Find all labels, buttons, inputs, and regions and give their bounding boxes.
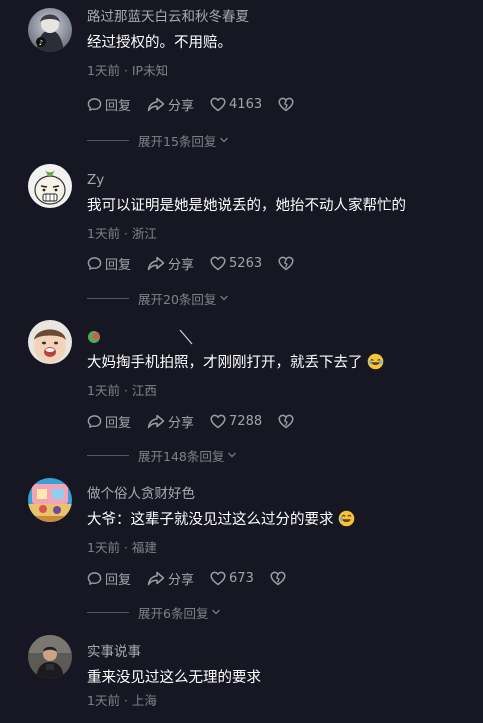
broken-heart-icon [270, 571, 286, 585]
divider [87, 139, 129, 141]
avatar[interactable] [28, 478, 72, 522]
share-button[interactable]: 分享 [147, 412, 194, 431]
avatar[interactable]: ♪ [28, 8, 72, 52]
dislike-button[interactable] [278, 97, 297, 112]
reply-icon [87, 414, 102, 428]
share-button[interactable]: 分享 [147, 254, 194, 273]
comment-item: 做个俗人贪财好色 大爷：这辈子就没见过这么过分的要求 1天前 · 福建 回复 分… [0, 478, 483, 635]
comment-item: 实事说事 重来没见过这么无理的要求 1天前 · 上海 [0, 635, 483, 723]
comment-text: 经过授权的。不用赔。 [87, 35, 232, 51]
share-icon [147, 414, 165, 428]
like-button[interactable]: 7288 [210, 414, 262, 429]
share-icon [147, 256, 165, 270]
share-label: 分享 [168, 257, 195, 273]
heart-icon [210, 414, 226, 428]
like-button[interactable]: 673 [210, 571, 254, 586]
share-label: 分享 [168, 572, 195, 588]
reply-button[interactable]: 回复 [87, 412, 131, 431]
comment-meta: 1天前 · 上海 [87, 693, 157, 708]
divider [87, 454, 129, 456]
expand-replies-button[interactable]: 展开148条回复 [87, 447, 237, 464]
expand-replies-label: 展开20条回复 [138, 291, 217, 307]
comment-meta: 1天前 · 江西 [87, 383, 157, 398]
dislike-button[interactable] [278, 414, 297, 429]
like-button[interactable]: 5263 [210, 256, 262, 271]
reply-button[interactable]: 回复 [87, 569, 131, 588]
grinning-emoji-icon [338, 510, 355, 533]
avatar[interactable] [28, 164, 72, 208]
reply-label: 回复 [105, 98, 132, 114]
action-bar: 回复 分享 673 [87, 569, 305, 588]
reply-button[interactable]: 回复 [87, 95, 131, 114]
expand-replies-label: 展开148条回复 [138, 448, 225, 464]
like-count: 7288 [229, 413, 263, 429]
username[interactable]: 路过那蓝天白云和秋冬春夏 [87, 8, 249, 26]
like-count: 4163 [229, 96, 263, 112]
action-bar: 回复 分享 7288 [87, 412, 313, 431]
avatar[interactable] [28, 635, 72, 679]
broken-heart-icon [278, 97, 294, 111]
comment-meta: 1天前 · 福建 [87, 540, 157, 555]
divider [87, 611, 129, 613]
reply-button[interactable]: 回复 [87, 254, 131, 273]
avatar[interactable] [28, 320, 72, 364]
share-button[interactable]: 分享 [147, 569, 194, 588]
action-bar: 回复 分享 4163 [87, 95, 313, 114]
comment-item: ♪ 路过那蓝天白云和秋冬春夏 经过授权的。不用赔。 1天前 · IP未知 回复 … [0, 8, 483, 158]
comment-item: Zy 我可以证明是她是她说丢的，她抬不动人家帮忙的 1天前 · 浙江 回复 分享… [0, 164, 483, 321]
heart-icon [210, 97, 226, 111]
svg-text:♪: ♪ [39, 39, 43, 47]
chevron-down-icon [220, 295, 229, 301]
like-count: 673 [229, 570, 254, 586]
divider [87, 297, 129, 299]
share-label: 分享 [168, 415, 195, 431]
comment-item: 大妈掏手机拍照，才刚刚打开，就丢下去了 1天前 · 江西 回复 分享 7288 … [0, 320, 483, 478]
share-icon [147, 97, 165, 111]
heart-icon [210, 571, 226, 585]
comment-meta: 1天前 · 浙江 [87, 226, 157, 241]
expand-replies-label: 展开15条回复 [138, 133, 217, 149]
broken-heart-icon [278, 414, 294, 428]
share-button[interactable]: 分享 [147, 95, 194, 114]
expand-replies-label: 展开6条回复 [138, 605, 209, 621]
reply-label: 回复 [105, 257, 132, 273]
reply-label: 回复 [105, 415, 132, 431]
share-icon [147, 571, 165, 585]
reply-label: 回复 [105, 572, 132, 588]
comment-text: 重来没见过这么无理的要求 [87, 670, 261, 686]
laughing-emoji-icon [367, 353, 384, 376]
like-count: 5263 [229, 255, 263, 271]
comment-text: 大爷：这辈子就没见过这么过分的要求 [87, 510, 355, 533]
like-button[interactable]: 4163 [210, 97, 262, 112]
heart-icon [210, 256, 226, 270]
reply-icon [87, 97, 102, 111]
expand-replies-button[interactable]: 展开20条回复 [87, 290, 229, 307]
chevron-down-icon [228, 452, 237, 458]
comment-meta: 1天前 · IP未知 [87, 63, 169, 78]
username[interactable]: Zy [87, 171, 104, 189]
expand-replies-button[interactable]: 展开15条回复 [87, 132, 229, 149]
broken-heart-icon [278, 256, 294, 270]
reply-icon [87, 256, 102, 270]
comment-list[interactable]: ♪ 路过那蓝天白云和秋冬春夏 经过授权的。不用赔。 1天前 · IP未知 回复 … [0, 0, 483, 723]
dislike-button[interactable] [270, 571, 289, 586]
username[interactable]: 实事说事 [87, 643, 141, 661]
share-label: 分享 [168, 98, 195, 114]
chevron-down-icon [212, 609, 221, 615]
username[interactable]: 做个俗人贪财好色 [87, 485, 195, 503]
slash-mark-icon [179, 329, 193, 345]
comment-text: 我可以证明是她是她说丢的，她抬不动人家帮忙的 [87, 198, 406, 214]
chevron-down-icon [220, 137, 229, 143]
badge-icon [88, 331, 100, 343]
dislike-button[interactable] [278, 256, 297, 271]
comment-text: 大妈掏手机拍照，才刚刚打开，就丢下去了 [87, 353, 384, 376]
reply-icon [87, 571, 102, 585]
action-bar: 回复 分享 5263 [87, 254, 313, 273]
expand-replies-button[interactable]: 展开6条回复 [87, 604, 221, 621]
